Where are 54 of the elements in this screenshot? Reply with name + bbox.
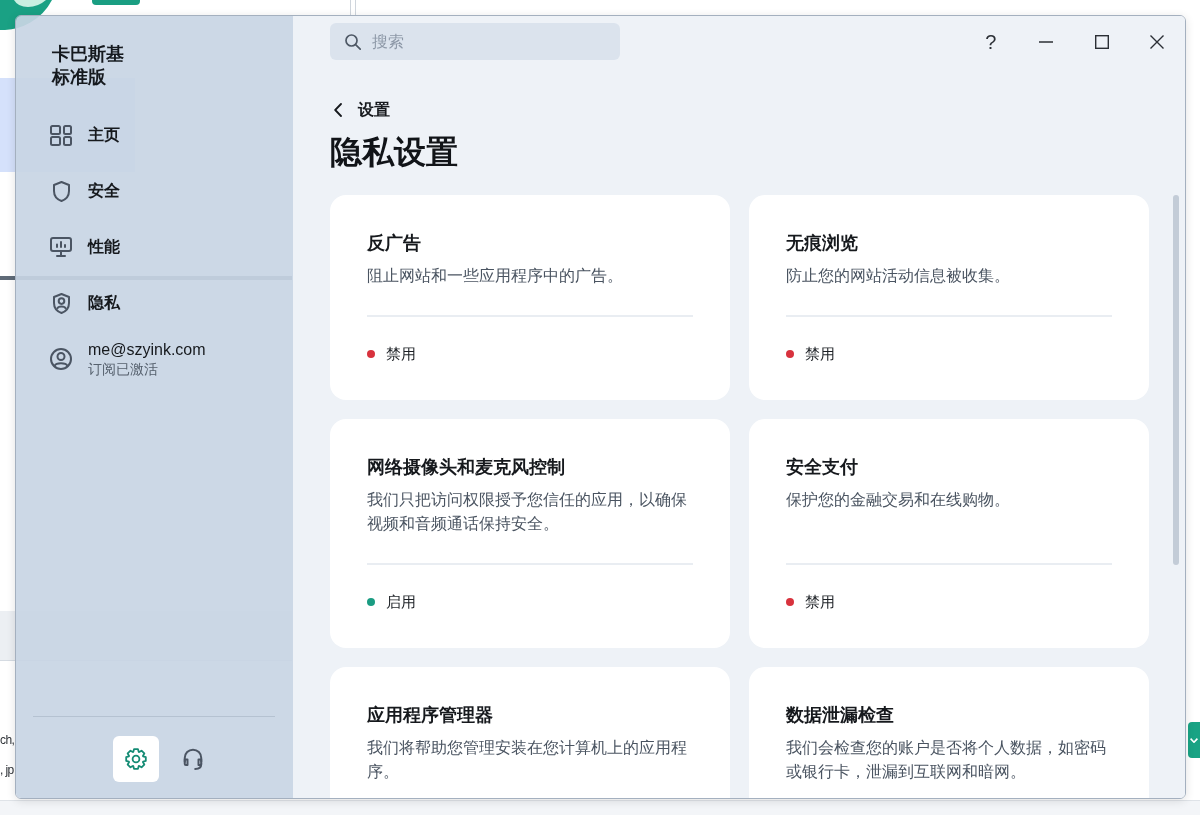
feature-card[interactable]: 反广告 阻止网站和一些应用程序中的广告。 禁用 xyxy=(330,195,730,400)
nav-item[interactable]: 性能 xyxy=(16,219,293,275)
card-description: 保护您的金融交易和在线购物。 xyxy=(786,490,1011,510)
status-text: 禁用 xyxy=(386,344,416,364)
chevron-left-icon xyxy=(334,103,342,117)
settings-button[interactable] xyxy=(113,736,159,782)
card-description: 我们只把访问权限授予您信任的应用，以确保视频和音频通话保持安全。 xyxy=(367,490,688,534)
scrollbar-thumb[interactable] xyxy=(1173,195,1179,565)
page-title: 隐私设置 xyxy=(330,133,458,172)
search-field[interactable]: 搜索 xyxy=(330,23,620,60)
card-description: 防止您的网站活动信息被收集。 xyxy=(786,266,1011,286)
shield-person-icon xyxy=(52,292,70,314)
card-description: 我们将帮助您管理安装在您计算机上的应用程序。 xyxy=(367,738,688,782)
help-button[interactable]: ? xyxy=(963,23,1019,60)
close-icon xyxy=(1150,34,1165,49)
card-title: 应用程序管理器 xyxy=(367,704,493,727)
back-link[interactable]: 设置 xyxy=(334,98,390,122)
headset-icon xyxy=(183,748,203,770)
maximize-icon xyxy=(1094,34,1109,49)
card-title: 安全支付 xyxy=(786,456,858,479)
nav-item[interactable]: 安全 xyxy=(16,163,293,219)
search-icon xyxy=(345,33,361,50)
hint-text: ch, xyxy=(0,732,15,749)
feature-card[interactable]: 应用程序管理器 我们将帮助您管理安装在您计算机上的应用程序。 xyxy=(330,667,730,798)
header-button[interactable] xyxy=(92,0,140,5)
status-text: 启用 xyxy=(386,592,416,612)
hint-text: , jp xyxy=(0,762,14,779)
account-email: me@szyink.com xyxy=(88,340,206,360)
settings-icon xyxy=(125,748,147,770)
nav-item[interactable]: 主页 xyxy=(16,107,293,163)
card-title: 无痕浏览 xyxy=(786,232,858,255)
monitor-icon xyxy=(50,237,72,257)
card-title: 网络摄像头和麦克风控制 xyxy=(367,456,565,479)
chevron-down-icon xyxy=(1190,737,1198,743)
grid-icon xyxy=(50,124,72,146)
user-icon xyxy=(50,348,72,370)
feature-card[interactable]: 安全支付 保护您的金融交易和在线购物。 禁用 xyxy=(749,419,1149,648)
status-text: 禁用 xyxy=(805,344,835,364)
card-title: 反广告 xyxy=(367,232,421,255)
card-description: 阻止网站和一些应用程序中的广告。 xyxy=(367,266,624,286)
subscription-status: 订阅已激活 xyxy=(88,360,158,378)
feature-card[interactable]: 网络摄像头和麦克风控制 我们只把访问权限授予您信任的应用，以确保视频和音频通话保持安全。 启用 xyxy=(330,419,730,648)
status-text: 禁用 xyxy=(805,592,835,612)
card-description: 我们会检查您的账户是否将个人数据，如密码或银行卡，泄漏到互联网和暗网。 xyxy=(786,738,1107,782)
feature-card[interactable]: 数据泄漏检查 我们会检查您的账户是否将个人数据，如密码或银行卡，泄漏到互联网和暗网。 xyxy=(749,667,1149,798)
shield-icon xyxy=(52,180,70,202)
product-name: 卡巴斯基 xyxy=(51,43,124,66)
side-tab[interactable] xyxy=(1188,722,1200,758)
nav-item[interactable]: 隐私 xyxy=(16,275,293,331)
card-title: 数据泄漏检查 xyxy=(786,704,894,727)
feature-card[interactable]: 无痕浏览 防止您的网站活动信息被收集。 禁用 xyxy=(749,195,1149,400)
minimize-icon xyxy=(1039,40,1054,43)
support-button[interactable] xyxy=(183,748,203,770)
edition-name: 标准版 xyxy=(50,66,106,89)
